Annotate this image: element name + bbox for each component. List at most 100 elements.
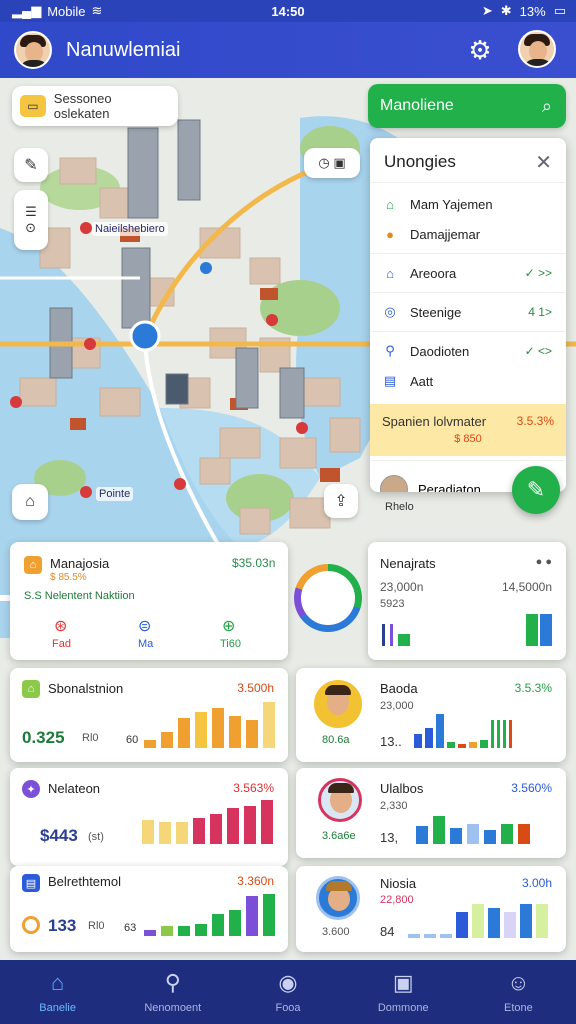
bar-chart (408, 888, 548, 938)
mode-button-label[interactable]: Ma (138, 638, 153, 650)
map-label[interactable]: Rhelo (382, 500, 417, 514)
search-icon: ⚲ (164, 970, 181, 995)
card-line: S.S Nelentent Naktiion (24, 590, 135, 602)
bike-icon[interactable]: ⊕ (222, 616, 235, 636)
map-mode-button[interactable]: ◷ ▣ (304, 148, 360, 178)
panel-title: Unongies (384, 152, 456, 171)
bus-icon[interactable]: ⊜ (138, 616, 151, 636)
location-icon: ➤ (481, 3, 493, 18)
card-big-number: $443 (40, 826, 78, 845)
panel-item[interactable]: ⚲ Daodioten ✓ <> (370, 336, 566, 366)
fuel-icon[interactable]: ⊛ (54, 616, 67, 636)
user-avatar[interactable] (14, 31, 52, 69)
card-value: 3.500h (237, 681, 274, 695)
chart-icon: ⌂ (22, 680, 40, 698)
card-top-left[interactable]: ⌂ Manajosia $35.03n $ 85.5% S.S Nelenten… (10, 542, 288, 660)
status-bar: ▂▄▆ Mobile ≋ 14:50 ➤ ✱ 13% ▭ (0, 0, 576, 22)
star-icon: ✦ (22, 780, 40, 798)
nav-item-home[interactable]: ⌂ Banelie (0, 960, 115, 1024)
card-sub: 2,330 (380, 800, 408, 812)
profile-avatar[interactable] (518, 30, 556, 68)
card-r1-right[interactable]: 80.6a Baoda 3.5.3% 23,000 13.. (296, 668, 566, 762)
panel-header-label: Manoliene (380, 97, 454, 114)
nav-item-jobs[interactable]: ▣ Dommone (346, 960, 461, 1024)
bar-chart (416, 808, 530, 844)
arrow-icon: ⌂ (386, 265, 394, 281)
avatar (314, 680, 362, 728)
card-big-number: 0.325 (22, 728, 65, 747)
nav-item-search[interactable]: ⚲ Nenomoent (115, 960, 230, 1024)
app-bar: Nanuwlemiai ⚙ (0, 22, 576, 78)
card-axis: 63 (124, 922, 137, 934)
mini-bars-left (382, 616, 410, 646)
map-label[interactable]: Pointe (96, 487, 134, 501)
card-r2-left[interactable]: ✦ Nelateon 3.563% $443 (st) (10, 768, 288, 866)
card-top-right[interactable]: Nenajrats ● ● 23,000n 5923 14,5000n (368, 542, 566, 660)
card-title: Nenajrats (380, 556, 436, 571)
bar-chart (144, 698, 275, 748)
home-icon: ⌂ (24, 556, 42, 574)
card-title: Ulalbos (380, 781, 424, 796)
fab-button[interactable]: ✎ (512, 466, 560, 514)
promo-label: Spanien lolvmater (382, 414, 487, 429)
card-axis: 13, (380, 830, 399, 845)
avatar (380, 475, 408, 492)
share-button[interactable]: ⇪ (324, 484, 358, 518)
card-small: (st) (88, 831, 104, 843)
card-big-number: 133 (48, 916, 77, 935)
card-title: Baoda (380, 681, 418, 696)
promo-banner[interactable]: Spanien lolvmater 3.5.3% $ 850 (370, 404, 566, 456)
card-r2-right[interactable]: 3.6a6e Ulalbos 3.560% 2,330 13, (296, 768, 566, 858)
nav-item-profile[interactable]: ☺ Etone (461, 960, 576, 1024)
panel-user-label: Peradiaton (418, 481, 481, 493)
promo-value: 3.5.3% (516, 414, 554, 428)
more-icon[interactable]: ● ● (536, 556, 552, 568)
bottom-nav: ⌂ Banelie ⚲ Nenomoent ◉ Fooa ▣ Dommone ☺… (0, 960, 576, 1024)
nav-item-explore[interactable]: ◉ Fooa (230, 960, 345, 1024)
pin-icon: ● (386, 226, 394, 242)
gear-icon[interactable]: ⚙ (466, 36, 494, 64)
panel-item[interactable]: ● Damajjemar (370, 219, 566, 249)
panel-item[interactable]: ⌂ Mam Yajemen (370, 189, 566, 219)
card-small: Rl0 (88, 920, 105, 932)
panel-item[interactable]: ⌂ Areoora ✓ >> (370, 258, 566, 288)
card-r3-left[interactable]: ▤ Belrethtemol 3.360n 133 Rl0 63 (10, 866, 288, 952)
search-icon[interactable]: ⌕ (542, 96, 552, 117)
location-icon: ⚲ (385, 343, 395, 358)
map-label[interactable]: Naieilshebiero (92, 222, 168, 236)
mode-button-label[interactable]: Fad (52, 638, 71, 650)
card-value: 23,000n (380, 580, 424, 594)
battery-label: 13% (519, 3, 546, 19)
card-r1-left[interactable]: ⌂ Sbonalstnion 3.500h 0.325 Rl0 60 (10, 668, 288, 762)
card-title: Belrethtemol (48, 874, 121, 889)
home-icon: ⌂ (386, 196, 394, 212)
home-icon: ⌂ (50, 970, 65, 995)
mode-button-label[interactable]: Ti60 (220, 638, 241, 650)
promo-sub: $ 850 (454, 433, 482, 445)
card-axis: 13.. (380, 734, 402, 749)
map-search-input[interactable]: Sessoneo oslekaten (54, 91, 170, 121)
panel-item[interactable]: ▤ Aatt (370, 366, 566, 396)
close-icon[interactable]: ✕ (535, 150, 552, 175)
card-sub: 5923 (380, 598, 405, 610)
bar-chart (144, 886, 275, 936)
bar-chart (142, 794, 273, 844)
circle-icon: ◎ (384, 304, 396, 319)
map-search[interactable]: ▭ Sessoneo oslekaten (12, 86, 178, 126)
card-title: Manajosia (50, 556, 110, 571)
tools-button[interactable]: ✎ (14, 148, 48, 182)
recenter-button[interactable]: ⌂ (12, 484, 48, 520)
briefcase-icon: ▣ (392, 970, 414, 995)
card-sub: 23,000 (380, 700, 414, 712)
avatar-label: 3.6a6e (322, 830, 356, 842)
card-sub-value: $ 85.5% (50, 572, 87, 583)
card-r3-right[interactable]: 3.600 Niosia 3.00h 22,800 84 (296, 866, 566, 952)
battery-icon: ▭ (553, 3, 566, 18)
panel-item[interactable]: ◎ Steenige 4 1> (370, 297, 566, 327)
layers-button[interactable]: ☰ ⊙ (14, 190, 48, 250)
app-title: Nanuwlemiai (66, 38, 181, 61)
panel-header[interactable]: Manoliene ⌕ (368, 84, 566, 128)
user-icon: ☺ (507, 970, 530, 995)
doc-icon: ▤ (22, 874, 40, 892)
avatar-label: 80.6a (322, 734, 350, 746)
